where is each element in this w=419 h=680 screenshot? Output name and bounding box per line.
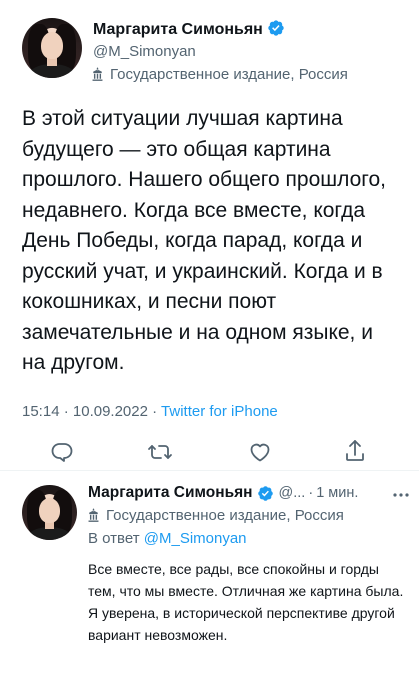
reply-time-ago[interactable]: 1 мин. [316, 485, 358, 501]
comment-icon[interactable] [50, 440, 74, 464]
reply-avatar[interactable] [22, 485, 77, 540]
government-building-icon [92, 67, 103, 81]
reply-separator: · [308, 485, 314, 501]
avatar[interactable] [22, 18, 82, 78]
reply-mention-link[interactable]: @M_Simonyan [144, 530, 247, 547]
retweet-icon[interactable] [147, 440, 173, 464]
divider [0, 470, 419, 471]
more-icon[interactable] [392, 488, 410, 502]
government-building-icon [88, 508, 99, 522]
tweet-source[interactable]: Twitter for iPhone [161, 403, 278, 420]
reply-state-media-label-text: Государственное издание, Россия [106, 507, 344, 524]
tweet-date[interactable]: 10.09.2022 [73, 403, 148, 420]
share-icon[interactable] [343, 438, 367, 464]
reply-state-media-label[interactable]: Государственное издание, Россия [85, 507, 344, 524]
state-media-label[interactable]: Государственное издание, Россия [89, 66, 348, 83]
tweet-time[interactable]: 15:14 [22, 403, 60, 420]
author-handle[interactable]: @M_Simonyan [93, 43, 196, 60]
tweet-meta: 15:14 · 10.09.2022 · Twitter for iPhone [22, 403, 278, 420]
author-row: Маргарита Симоньян [93, 19, 285, 39]
meta-separator: · [152, 403, 158, 420]
verified-badge-icon [268, 20, 284, 36]
author-name[interactable]: Маргарита Симоньян [93, 21, 263, 38]
reply-to-line: В ответ @M_Simonyan [88, 530, 247, 547]
reply-author-handle[interactable]: @... [279, 485, 306, 501]
reply-author-row: Маргарита Симоньян @... · 1 мин. [88, 484, 358, 502]
reply-to-prefix: В ответ [88, 530, 140, 547]
state-media-label-text: Государственное издание, Россия [110, 66, 348, 83]
tweet-text: В этой ситуации лучшая картина будущего … [22, 107, 386, 374]
reply-text: Все вместе, все рады, все спокойны и гор… [88, 561, 404, 643]
meta-separator: · [63, 403, 69, 420]
heart-icon[interactable] [248, 440, 272, 464]
verified-badge-icon [257, 485, 273, 501]
reply-author-name[interactable]: Маргарита Симоньян [88, 484, 253, 502]
